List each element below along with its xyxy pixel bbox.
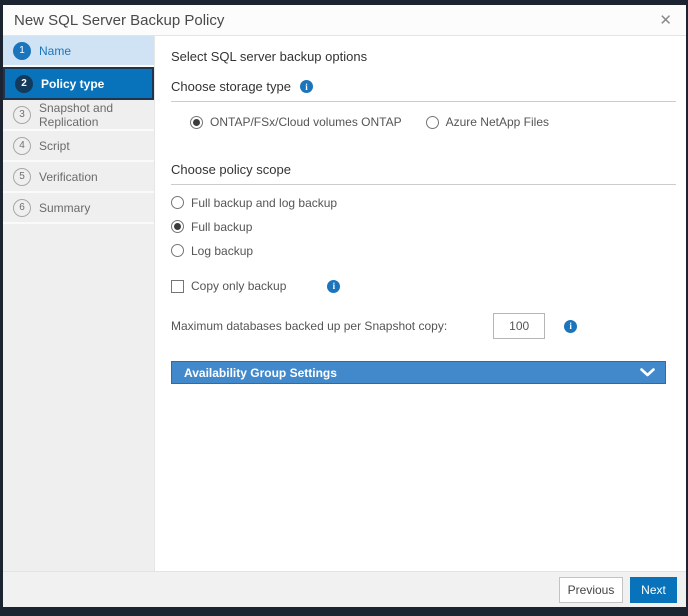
step-label: Script [39,139,70,153]
max-databases-row: Maximum databases backed up per Snapshot… [171,313,676,339]
radio-label: ONTAP/FSx/Cloud volumes ONTAP [210,115,402,129]
dialog-titlebar: New SQL Server Backup Policy ✕ [3,5,686,36]
section-divider [171,184,676,185]
panel-heading: Select SQL server backup options [171,49,676,64]
info-icon[interactable]: i [564,320,577,333]
radio-icon[interactable] [426,116,439,129]
radio-ontap-fsx-cvo[interactable]: ONTAP/FSx/Cloud volumes ONTAP [190,115,402,129]
step-snapshot-replication[interactable]: 3 Snapshot and Replication [3,100,154,131]
previous-button[interactable]: Previous [559,577,623,603]
step-label: Summary [39,201,90,215]
next-button[interactable]: Next [630,577,677,603]
copy-only-backup-row: Copy only backup i [171,279,676,293]
max-databases-label: Maximum databases backed up per Snapshot… [171,319,447,333]
step-label: Snapshot and Replication [39,101,154,129]
chevron-down-icon[interactable] [640,368,655,377]
close-icon[interactable]: ✕ [659,13,672,28]
policy-scope-title-text: Choose policy scope [171,162,291,177]
radio-icon[interactable] [171,196,184,209]
step-number-badge: 2 [15,75,33,93]
step-summary[interactable]: 6 Summary [3,193,154,224]
step-policy-type[interactable]: 2 Policy type [3,67,154,100]
max-databases-input[interactable] [493,313,545,339]
step-verification[interactable]: 5 Verification [3,162,154,193]
step-name[interactable]: 1 Name [3,36,154,67]
storage-type-options: ONTAP/FSx/Cloud volumes ONTAP Azure NetA… [190,115,676,129]
radio-label: Full backup and log backup [191,196,337,210]
info-icon[interactable]: i [327,280,340,293]
step-number-badge: 6 [13,199,31,217]
checkbox-label: Copy only backup [191,279,286,293]
availability-group-settings-expander[interactable]: Availability Group Settings [171,361,666,384]
policy-scope-options: Full backup and log backup Full backup L… [171,191,676,262]
storage-type-title-text: Choose storage type [171,79,291,94]
storage-type-section-title: Choose storage type i [171,79,676,94]
radio-label: Azure NetApp Files [446,115,549,129]
step-script[interactable]: 4 Script [3,131,154,162]
radio-label: Full backup [191,220,252,234]
new-sql-backup-policy-dialog: New SQL Server Backup Policy ✕ 1 Name 2 … [3,5,686,607]
radio-azure-netapp-files[interactable]: Azure NetApp Files [426,115,549,129]
radio-icon[interactable] [171,244,184,257]
policy-scope-section-title: Choose policy scope [171,162,676,177]
radio-full-backup[interactable]: Full backup [171,215,676,238]
dialog-footer: Previous Next [3,571,686,607]
wizard-steps-sidebar: 1 Name 2 Policy type 3 Snapshot and Repl… [3,36,155,571]
step-label: Verification [39,170,98,184]
step-label: Name [39,44,71,58]
step-number-badge: 5 [13,168,31,186]
step-number-badge: 3 [13,106,31,124]
step-label: Policy type [41,77,104,91]
radio-icon[interactable] [171,220,184,233]
radio-log-backup[interactable]: Log backup [171,239,676,262]
copy-only-backup-checkbox[interactable] [171,280,184,293]
availability-group-settings-label: Availability Group Settings [184,366,337,380]
section-divider [171,101,676,102]
radio-icon[interactable] [190,116,203,129]
step-number-badge: 4 [13,137,31,155]
policy-type-panel: Select SQL server backup options Choose … [155,36,686,571]
info-icon[interactable]: i [300,80,313,93]
radio-label: Log backup [191,244,253,258]
radio-full-and-log-backup[interactable]: Full backup and log backup [171,191,676,214]
dialog-title: New SQL Server Backup Policy [14,12,224,29]
step-number-badge: 1 [13,42,31,60]
